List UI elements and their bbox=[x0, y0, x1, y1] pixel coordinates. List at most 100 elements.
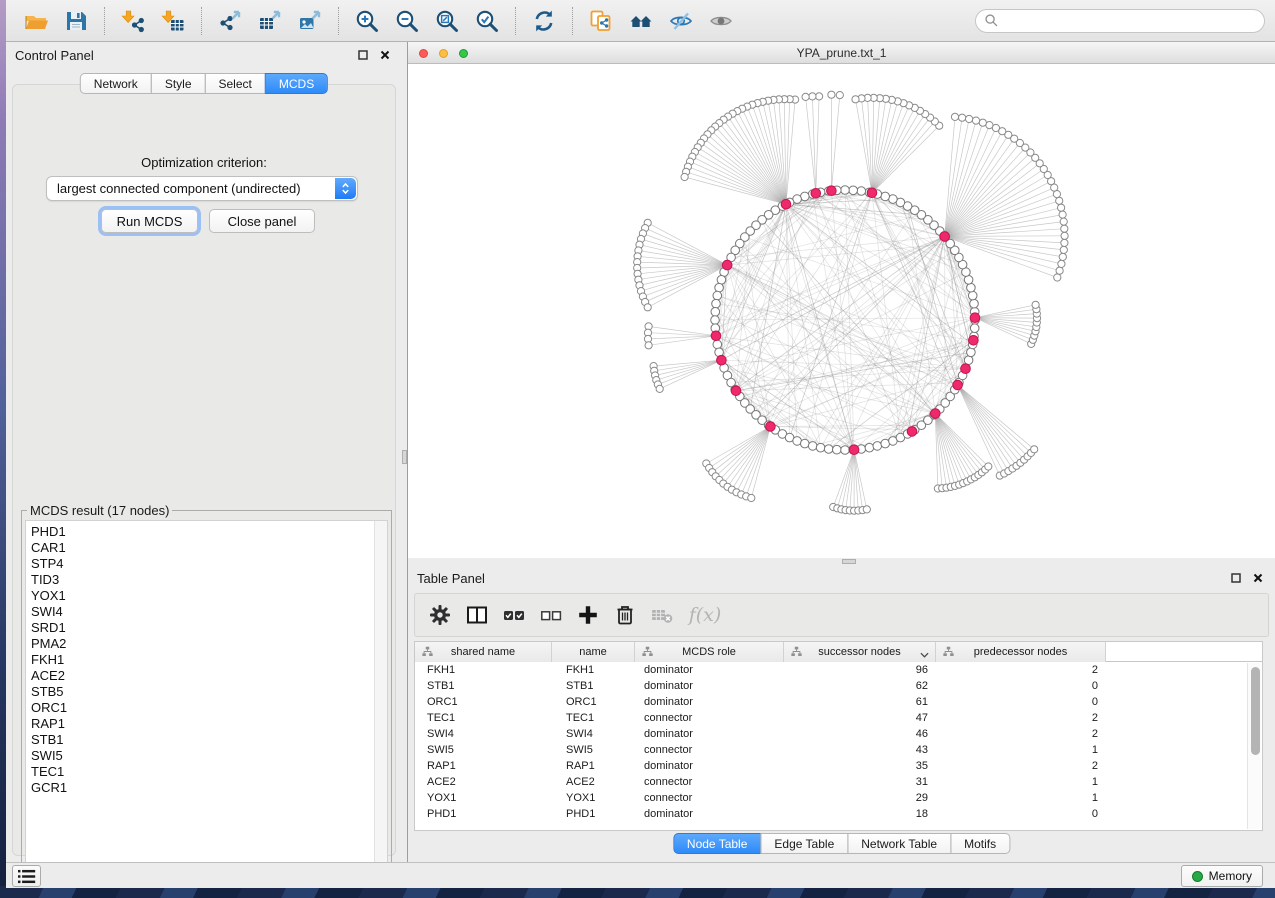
network-graph[interactable] bbox=[408, 64, 1275, 558]
column-header-MCDS-role[interactable]: MCDS role bbox=[635, 642, 784, 662]
close-panel-icon[interactable] bbox=[377, 47, 393, 63]
table-cell: 2 bbox=[936, 710, 1106, 726]
import-network-button[interactable] bbox=[118, 6, 148, 36]
deselect-all-button[interactable] bbox=[536, 600, 566, 630]
import-table-button[interactable] bbox=[158, 6, 188, 36]
table-cell: 0 bbox=[936, 806, 1106, 822]
table-row[interactable]: ACE2ACE2connector311 bbox=[415, 774, 1262, 790]
deselect-all-icon bbox=[539, 603, 563, 627]
table-cell: 18 bbox=[784, 806, 936, 822]
table-row[interactable]: YOX1YOX1connector291 bbox=[415, 790, 1262, 806]
table-cell: 61 bbox=[784, 694, 936, 710]
export-table-button[interactable] bbox=[255, 6, 285, 36]
table-row[interactable]: TEC1TEC1connector472 bbox=[415, 710, 1262, 726]
tab-style[interactable]: Style bbox=[151, 73, 206, 94]
optimization-criterion-select[interactable]: largest connected component (undirected) bbox=[46, 176, 358, 201]
table-row[interactable]: RAP1RAP1dominator352 bbox=[415, 758, 1262, 774]
toolbar-separator bbox=[572, 7, 573, 35]
column-header-predecessor-nodes[interactable]: predecessor nodes bbox=[936, 642, 1106, 662]
float-panel-icon[interactable] bbox=[355, 47, 371, 63]
control-panel: Control Panel NetworkStyleSelectMCDS Opt… bbox=[6, 42, 402, 862]
close-panel-button[interactable]: Close panel bbox=[209, 209, 315, 233]
table-row[interactable]: SWI4SWI4dominator462 bbox=[415, 726, 1262, 742]
main-toolbar bbox=[6, 0, 1275, 42]
scrollbar-thumb[interactable] bbox=[1251, 667, 1260, 755]
table-cell: 0 bbox=[936, 678, 1106, 694]
table-row[interactable]: FKH1FKH1dominator962 bbox=[415, 662, 1262, 678]
export-table-icon bbox=[258, 9, 282, 33]
zoom-out-button[interactable] bbox=[392, 6, 422, 36]
zoom-fit-button[interactable] bbox=[432, 6, 462, 36]
table-cell: connector bbox=[635, 790, 784, 806]
table-cell: TEC1 bbox=[415, 710, 552, 726]
table-row[interactable]: PHD1PHD1dominator180 bbox=[415, 806, 1262, 822]
settings-gear-button[interactable] bbox=[425, 600, 455, 630]
hide-selected-button[interactable] bbox=[666, 6, 696, 36]
save-session-button[interactable] bbox=[61, 6, 91, 36]
add-row-button[interactable] bbox=[573, 600, 603, 630]
tab-mcds[interactable]: MCDS bbox=[265, 73, 328, 94]
splitter-grip[interactable] bbox=[842, 559, 856, 564]
zoom-in-button[interactable] bbox=[352, 6, 382, 36]
run-mcds-button[interactable]: Run MCDS bbox=[101, 209, 198, 233]
table-cell: SWI4 bbox=[552, 726, 635, 742]
tab-motifs[interactable]: Motifs bbox=[950, 833, 1010, 854]
tab-network-table[interactable]: Network Table bbox=[847, 833, 951, 854]
network-canvas[interactable] bbox=[408, 64, 1275, 558]
float-panel-icon[interactable] bbox=[1228, 570, 1244, 586]
mcds-result-list[interactable]: PHD1CAR1STP4TID3YOX1SWI4SRD1PMA2FKH1ACE2… bbox=[25, 520, 388, 868]
control-panel-title: Control Panel bbox=[15, 48, 94, 63]
table-scrollbar[interactable] bbox=[1247, 663, 1261, 829]
search-input[interactable] bbox=[1003, 14, 1256, 28]
horizontal-splitter[interactable] bbox=[408, 558, 1275, 565]
copy-network-button[interactable] bbox=[586, 6, 616, 36]
list-icon bbox=[18, 869, 36, 884]
refresh-view-button[interactable] bbox=[529, 6, 559, 36]
delete-table-button bbox=[647, 600, 677, 630]
table-cell: STB1 bbox=[415, 678, 552, 694]
table-cell: connector bbox=[635, 774, 784, 790]
table-cell: RAP1 bbox=[415, 758, 552, 774]
splitter-grip[interactable] bbox=[402, 450, 407, 464]
first-neighbors-button[interactable] bbox=[626, 6, 656, 36]
table-panel: Table Panel f(x) shared namenameMCDS rol… bbox=[408, 565, 1275, 862]
export-image-button[interactable] bbox=[295, 6, 325, 36]
column-header-successor-nodes[interactable]: successor nodes bbox=[784, 642, 936, 662]
table-row[interactable]: ORC1ORC1dominator610 bbox=[415, 694, 1262, 710]
function-builder-icon: f(x) bbox=[689, 604, 722, 626]
mcds-result-item: STP4 bbox=[31, 556, 382, 572]
split-columns-button[interactable] bbox=[462, 600, 492, 630]
import-table-icon bbox=[161, 9, 185, 33]
open-session-button[interactable] bbox=[21, 6, 51, 36]
import-network-icon bbox=[121, 9, 145, 33]
table-toolbar: f(x) bbox=[414, 593, 1269, 637]
table-cell: 1 bbox=[936, 774, 1106, 790]
column-header-shared-name[interactable]: shared name bbox=[415, 642, 552, 662]
zoom-selected-button[interactable] bbox=[472, 6, 502, 36]
show-all-button[interactable] bbox=[706, 6, 736, 36]
table-row[interactable]: SWI5SWI5connector431 bbox=[415, 742, 1262, 758]
table-row[interactable]: STB1STB1dominator620 bbox=[415, 678, 1262, 694]
task-history-button[interactable] bbox=[12, 865, 41, 887]
mcds-list-scrollbar[interactable] bbox=[374, 521, 387, 867]
tab-node-table[interactable]: Node Table bbox=[673, 833, 762, 854]
column-header-name[interactable]: name bbox=[552, 642, 635, 662]
add-row-icon bbox=[576, 603, 600, 627]
select-all-icon bbox=[502, 603, 526, 627]
table-cell: dominator bbox=[635, 662, 784, 678]
delete-row-button[interactable] bbox=[610, 600, 640, 630]
select-all-button[interactable] bbox=[499, 600, 529, 630]
search-box[interactable] bbox=[975, 9, 1265, 33]
memory-button[interactable]: Memory bbox=[1181, 865, 1263, 887]
tab-select[interactable]: Select bbox=[205, 73, 266, 94]
table-cell: dominator bbox=[635, 678, 784, 694]
mcds-result-item: PMA2 bbox=[31, 636, 382, 652]
table-cell: 46 bbox=[784, 726, 936, 742]
table-cell: 96 bbox=[784, 662, 936, 678]
tab-network[interactable]: Network bbox=[80, 73, 152, 94]
first-neighbors-icon bbox=[629, 9, 653, 33]
network-view-panel: YPA_prune.txt_1 bbox=[408, 42, 1275, 558]
close-panel-icon[interactable] bbox=[1250, 570, 1266, 586]
tab-edge-table[interactable]: Edge Table bbox=[760, 833, 848, 854]
export-network-button[interactable] bbox=[215, 6, 245, 36]
